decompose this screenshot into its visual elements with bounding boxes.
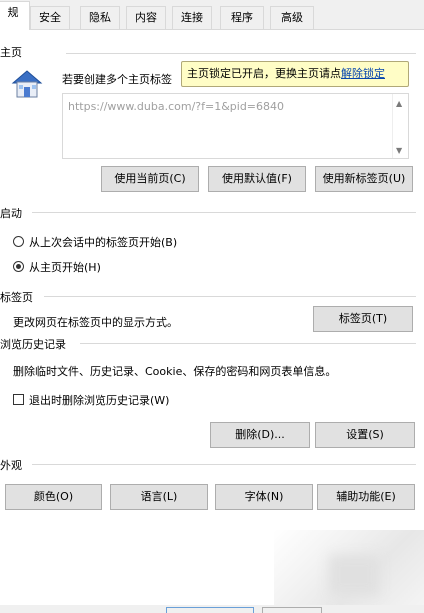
- tabs-section-title: 标签页: [0, 291, 33, 304]
- ok-button-edge[interactable]: [166, 607, 254, 613]
- tab-privacy[interactable]: 隐私: [80, 6, 120, 29]
- home-url-textarea[interactable]: https://www.duba.com/?f=1&pid=6840 ▲ ▼: [62, 93, 409, 159]
- appearance-section-title: 外观: [0, 459, 22, 472]
- startup-last-session-label[interactable]: 从上次会话中的标签页开始(B): [29, 234, 177, 250]
- delete-on-exit-checkbox[interactable]: [13, 394, 24, 405]
- house-icon: [10, 68, 44, 100]
- home-section-title: 主页: [0, 46, 22, 59]
- use-newtab-button[interactable]: 使用新标签页(U): [315, 166, 413, 192]
- scroll-up-icon[interactable]: ▲: [396, 99, 402, 108]
- tooltip-text: 主页锁定已开启，更换主页请点: [187, 67, 341, 80]
- tab-content[interactable]: 内容: [126, 6, 166, 29]
- scroll-down-icon[interactable]: ▼: [396, 146, 402, 155]
- tabs-description: 更改网页在标签页中的显示方式。: [13, 316, 178, 329]
- delete-on-exit-label[interactable]: 退出时删除浏览历史记录(W): [29, 392, 169, 408]
- startup-section-divider: [32, 212, 416, 213]
- tab-programs[interactable]: 程序: [220, 6, 264, 29]
- colors-button[interactable]: 颜色(O): [5, 484, 102, 510]
- home-section-divider: [66, 53, 416, 54]
- use-default-button[interactable]: 使用默认值(F): [208, 166, 306, 192]
- startup-section-title: 启动: [0, 207, 22, 220]
- languages-button[interactable]: 语言(L): [110, 484, 208, 510]
- tab-connections[interactable]: 连接: [172, 6, 212, 29]
- blurred-region: [274, 530, 424, 613]
- tab-bar-divider: [0, 29, 424, 30]
- appearance-section-divider: [32, 464, 416, 465]
- delete-history-button[interactable]: 删除(D)...: [210, 422, 310, 448]
- tab-advanced[interactable]: 高级: [270, 6, 314, 29]
- history-settings-button[interactable]: 设置(S): [315, 422, 415, 448]
- home-url-text: https://www.duba.com/?f=1&pid=6840: [68, 100, 285, 113]
- unlock-link[interactable]: 解除锁定: [341, 67, 385, 80]
- tabs-settings-button[interactable]: 标签页(T): [313, 306, 413, 332]
- home-lock-tooltip: 主页锁定已开启，更换主页请点解除锁定: [181, 61, 409, 87]
- startup-last-session-radio[interactable]: [13, 236, 24, 247]
- tabs-section-divider: [44, 296, 416, 297]
- history-description: 删除临时文件、历史记录、Cookie、保存的密码和网页表单信息。: [13, 365, 337, 378]
- startup-home-label[interactable]: 从主页开始(H): [29, 259, 101, 275]
- history-section-divider: [80, 343, 416, 344]
- use-current-button[interactable]: 使用当前页(C): [101, 166, 199, 192]
- home-url-scrollbar[interactable]: ▲ ▼: [392, 94, 408, 158]
- history-section-title: 浏览历史记录: [0, 338, 66, 351]
- fonts-button[interactable]: 字体(N): [215, 484, 313, 510]
- startup-home-radio[interactable]: [13, 261, 24, 272]
- cancel-button-edge[interactable]: [262, 607, 322, 613]
- home-description: 若要创建多个主页标签: [62, 73, 172, 86]
- tab-general[interactable]: 规: [0, 1, 30, 30]
- tab-security[interactable]: 安全: [30, 6, 70, 29]
- accessibility-button[interactable]: 辅助功能(E): [317, 484, 415, 510]
- tab-bar: 规 安全 隐私 内容 连接 程序 高级: [0, 0, 424, 30]
